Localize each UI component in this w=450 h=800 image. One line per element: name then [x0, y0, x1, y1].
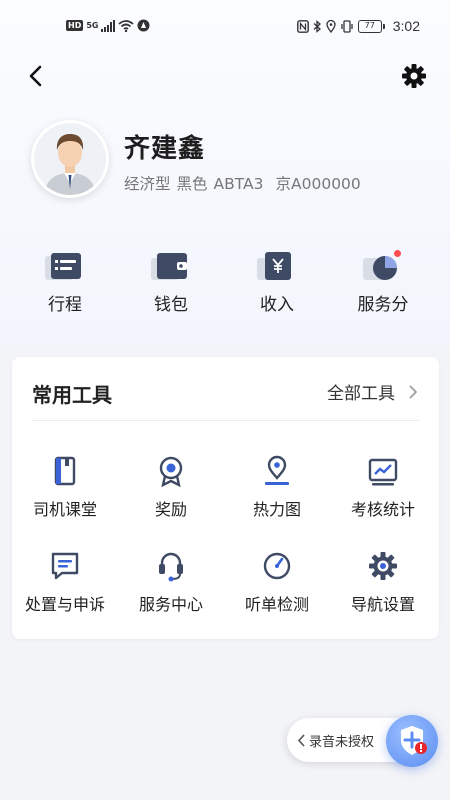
shield-icon: [401, 726, 427, 755]
quick-action-label: 收入: [260, 295, 294, 315]
nfc-icon: [296, 19, 309, 33]
back-arrow-icon: [29, 65, 42, 87]
tool-reward[interactable]: 奖励: [118, 454, 224, 520]
plate-number: 京A000000: [275, 175, 361, 193]
signal-icon: [101, 19, 116, 32]
wallet-icon: [151, 253, 187, 280]
divider: [32, 420, 419, 421]
status-right: 77 3:02: [296, 18, 420, 34]
quick-action-label: 服务分: [357, 295, 409, 315]
wifi-icon: [118, 19, 135, 32]
tool-label: 服务中心: [138, 595, 203, 614]
app-status-icon: [137, 19, 150, 32]
clock: 3:02: [392, 18, 420, 34]
chevron-right-icon: [409, 384, 417, 399]
nav-settings-icon: [369, 552, 397, 580]
appeal-icon: [51, 552, 79, 580]
gear-icon: [402, 64, 426, 88]
all-tools-label: 全部工具: [327, 384, 395, 404]
driver-name: 齐建鑫: [124, 134, 206, 164]
tool-nav-settings[interactable]: 导航设置: [330, 549, 436, 615]
all-tools-link[interactable]: 全部工具: [327, 379, 417, 404]
quick-action-service-score[interactable]: 服务分: [338, 248, 428, 315]
common-tools-card: 常用工具 全部工具 司机课堂 奖励 热力图 考核统计 处置与申诉 服务中心 听单…: [12, 357, 439, 639]
car-type: 经济型: [124, 175, 171, 193]
heatmap-icon: [265, 455, 289, 485]
quick-action-itinerary[interactable]: 行程: [20, 248, 110, 315]
hd-indicator: HD: [66, 20, 84, 31]
service-center-icon: [159, 552, 183, 582]
battery-icon: 77: [357, 19, 385, 33]
tool-stats[interactable]: 考核统计: [330, 454, 436, 520]
tool-driver-class[interactable]: 司机课堂: [12, 454, 118, 520]
battery-level: 77: [357, 19, 382, 33]
income-icon: [257, 252, 291, 280]
quick-actions: 行程 钱包 收入 服务分: [0, 248, 450, 328]
quick-action-label: 钱包: [154, 295, 188, 315]
driver-class-icon: [54, 456, 76, 486]
tool-label: 导航设置: [350, 595, 415, 614]
vehicle-info: 经济型 黑色 ABTA3 京A000000: [124, 172, 367, 194]
itinerary-icon: [45, 253, 81, 280]
car-color: 黑色: [176, 175, 208, 193]
location-icon: [326, 19, 336, 33]
tool-appeal[interactable]: 处置与申诉: [12, 549, 118, 615]
tool-label: 考核统计: [350, 500, 415, 519]
bluetooth-icon: [313, 19, 321, 33]
network-type: 5G: [86, 20, 99, 30]
tool-label: 听单检测: [244, 595, 309, 614]
quick-action-wallet[interactable]: 钱包: [126, 248, 216, 315]
notification-dot: [394, 250, 401, 257]
tool-heatmap[interactable]: 热力图: [224, 454, 330, 520]
avatar-person-icon: [34, 123, 106, 195]
tool-label: 热力图: [252, 500, 301, 519]
status-bar: HD 5G 77 3:02: [0, 0, 450, 56]
settings-button[interactable]: [400, 62, 428, 90]
tool-order-detect[interactable]: 听单检测: [224, 549, 330, 615]
car-model: ABTA3: [213, 175, 264, 193]
quick-action-label: 行程: [48, 295, 82, 315]
tool-service-center[interactable]: 服务中心: [118, 549, 224, 615]
tool-label: 处置与申诉: [24, 595, 105, 614]
vibrate-icon: [341, 19, 353, 33]
tool-label: 奖励: [154, 500, 187, 519]
safety-shield-button[interactable]: [386, 715, 438, 767]
status-left: HD 5G: [66, 19, 150, 32]
recording-label: 录音未授权: [309, 734, 375, 750]
order-detect-icon: [263, 552, 291, 580]
chevron-left-icon: [297, 733, 305, 747]
reward-icon: [159, 456, 183, 488]
tools-title: 常用工具: [32, 383, 112, 407]
back-button[interactable]: [22, 62, 50, 90]
quick-action-income[interactable]: 收入: [232, 248, 322, 315]
stats-icon: [368, 458, 398, 486]
tool-label: 司机课堂: [32, 500, 97, 519]
avatar[interactable]: [31, 120, 109, 198]
